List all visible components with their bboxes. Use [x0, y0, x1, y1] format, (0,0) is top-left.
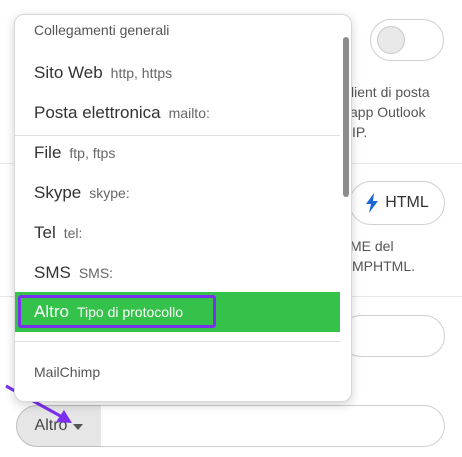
group-header-general-links: Collegamenti generali [34, 22, 170, 38]
menu-item-hint: Tipo di protocollo [76, 304, 184, 320]
menu-item-website[interactable]: Sito Web http, https [15, 53, 340, 93]
group-header-mailchimp: MailChimp [34, 364, 101, 380]
html-button-label: HTML [385, 194, 429, 211]
menu-item-email[interactable]: Posta elettronica mailto: [15, 93, 340, 133]
menu-item-label: File [34, 143, 62, 162]
menu-item-tel[interactable]: Tel tel: [15, 213, 340, 253]
toggle-knob [377, 26, 405, 54]
mime-text-line-1: ME del [350, 238, 394, 254]
html-button[interactable]: HTML [349, 181, 445, 225]
menu-item-label: Skype [34, 183, 82, 202]
menu-item-label: Sito Web [34, 63, 103, 82]
mime-text-line-2: MPHTML. [352, 258, 415, 274]
url-input[interactable] [101, 405, 445, 447]
client-text-line-2: app Outlook [350, 104, 426, 120]
protocol-dropdown-menu: Collegamenti generali Sito Web http, htt… [14, 14, 352, 402]
bolt-icon [366, 193, 379, 213]
toggle-switch[interactable] [370, 19, 444, 61]
menu-item-label: Altro [34, 302, 69, 321]
menu-item-file[interactable]: File ftp, ftps [15, 133, 340, 173]
menu-item-hint: skype: [89, 185, 130, 201]
client-text-line-3: IP. [352, 124, 368, 140]
menu-item-hint: SMS: [78, 265, 114, 281]
menu-divider [15, 341, 340, 342]
menu-item-hint: tel: [63, 225, 83, 241]
dropdown-scrollbar-thumb[interactable] [343, 37, 349, 197]
menu-item-hint: ftp, ftps [69, 145, 116, 161]
client-text-line-1: client di posta [344, 84, 430, 100]
menu-item-hint: mailto: [168, 105, 210, 121]
menu-item-label: SMS [34, 263, 71, 282]
text-input[interactable] [340, 315, 445, 357]
menu-item-sms[interactable]: SMS SMS: [15, 253, 340, 293]
menu-item-altro[interactable]: Altro Tipo di protocollo [15, 292, 340, 332]
menu-item-label: Posta elettronica [34, 103, 161, 122]
menu-item-label: Tel [34, 223, 56, 242]
menu-item-hint: http, https [110, 65, 173, 81]
menu-item-skype[interactable]: Skype skype: [15, 173, 340, 213]
